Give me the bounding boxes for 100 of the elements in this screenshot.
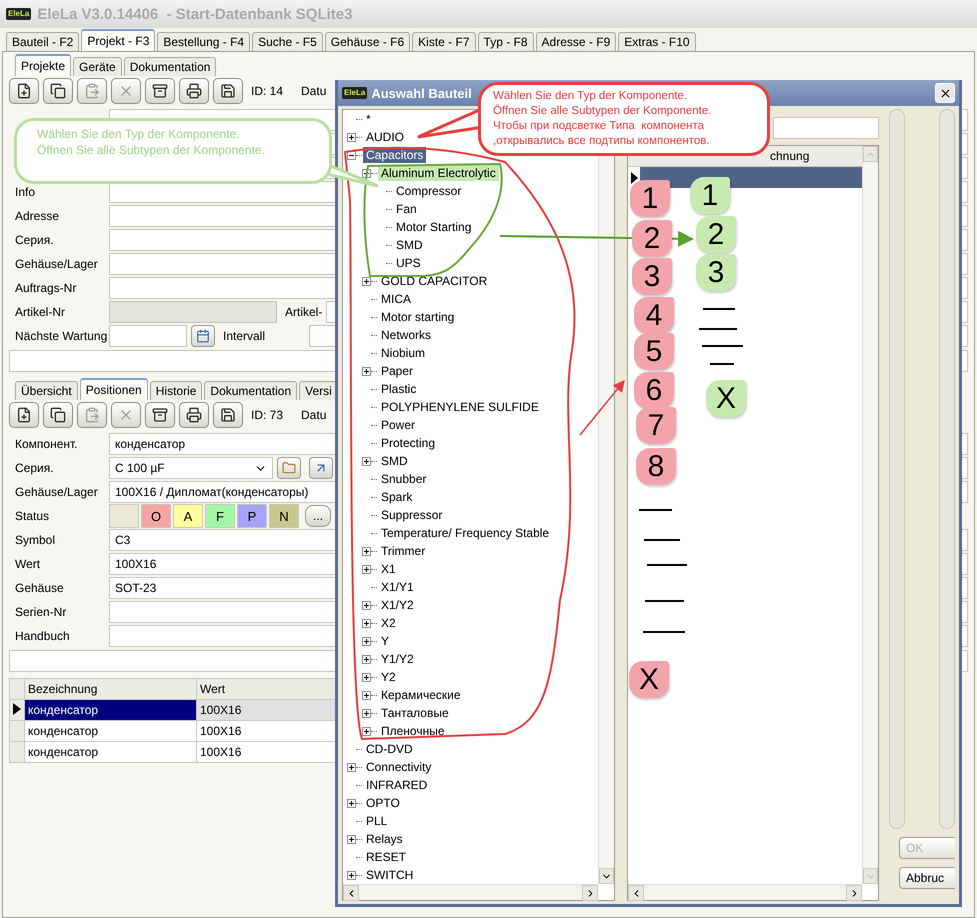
tree-item[interactable]: Plastic <box>378 381 420 397</box>
tree-item[interactable]: Compressor <box>393 183 464 199</box>
tree-item[interactable]: Spark <box>378 489 416 505</box>
scrollbar[interactable] <box>343 884 598 900</box>
scrollbar[interactable] <box>862 146 878 884</box>
tree-item[interactable]: X1/Y1 <box>378 579 417 595</box>
tree-item[interactable]: Танталовые <box>378 705 452 721</box>
tree-item[interactable]: Snubber <box>378 471 430 487</box>
expand-toggle[interactable] <box>362 690 371 700</box>
toolbar-button[interactable] <box>213 78 243 104</box>
tab[interactable]: Typ - F8 <box>478 32 534 51</box>
tree-item[interactable]: X1 <box>378 561 399 577</box>
expand-toggle[interactable] <box>362 618 371 628</box>
toolbar-button[interactable] <box>145 78 175 104</box>
close-button[interactable] <box>935 83 955 103</box>
column-header[interactable]: Bezeichnung <box>24 678 196 700</box>
tab[interactable]: Dokumentation <box>124 57 216 76</box>
splitter-handle[interactable] <box>939 109 955 829</box>
tab[interactable]: Historie <box>150 381 202 400</box>
tree-item[interactable]: Motor Starting <box>393 219 474 235</box>
link-button[interactable] <box>309 457 333 479</box>
expand-toggle[interactable] <box>362 726 371 736</box>
tab[interactable]: Extras - F10 <box>618 32 696 51</box>
toolbar-button[interactable] <box>43 78 73 104</box>
splitter-handle[interactable] <box>889 109 905 829</box>
tree-item[interactable]: POLYPHENYLENE SULFIDE <box>378 399 542 415</box>
tab[interactable]: Adresse - F9 <box>536 32 616 51</box>
tree-item[interactable]: AUDIO <box>363 129 408 145</box>
scrollbar[interactable] <box>628 884 862 900</box>
expand-toggle[interactable] <box>362 366 371 376</box>
tree-item[interactable]: Пленочные <box>378 723 448 739</box>
tree-item[interactable]: SMD <box>378 453 411 469</box>
expand-toggle[interactable] <box>362 546 371 556</box>
tree-item[interactable]: Networks <box>378 327 434 343</box>
folder-button[interactable] <box>277 457 301 479</box>
tree-item[interactable]: SMD <box>393 237 426 253</box>
tree-item[interactable]: GOLD CAPACITOR <box>378 273 490 289</box>
date-field[interactable] <box>109 325 187 347</box>
toolbar-button[interactable] <box>9 78 39 104</box>
status-button[interactable]: O <box>141 504 171 528</box>
toolbar-button[interactable] <box>179 78 209 104</box>
tab[interactable]: Übersicht <box>15 381 78 400</box>
expand-toggle[interactable] <box>362 708 371 718</box>
dialog-button[interactable]: Abbruc <box>899 867 955 889</box>
tree-item[interactable]: MICA <box>378 291 414 307</box>
tree-item[interactable]: INFRARED <box>363 777 430 793</box>
tree-item[interactable]: Suppressor <box>378 507 446 523</box>
expand-toggle[interactable] <box>362 654 371 664</box>
tab[interactable]: Positionen <box>80 378 148 400</box>
tree-item[interactable]: OPTO <box>363 795 403 811</box>
expand-toggle[interactable] <box>347 762 356 772</box>
tree-item[interactable]: Aluminum Electrolytic <box>378 165 499 181</box>
tree-item[interactable]: Y1/Y2 <box>378 651 417 667</box>
tree-item[interactable]: Trimmer <box>378 543 428 559</box>
tree-item[interactable]: RESET <box>363 849 410 865</box>
tree-item[interactable]: X2 <box>378 615 399 631</box>
tree-item[interactable]: * <box>363 111 374 127</box>
select-field[interactable]: C 100 µF <box>109 457 273 479</box>
expand-toggle[interactable] <box>362 600 371 610</box>
tab[interactable]: Projekt - F3 <box>81 29 156 51</box>
tree-item[interactable]: Y <box>378 633 392 649</box>
tree-item[interactable]: UPS <box>393 255 424 271</box>
status-button[interactable]: F <box>205 504 235 528</box>
tree-item[interactable]: SWITCH <box>363 867 416 883</box>
tab[interactable]: Versi <box>299 381 338 400</box>
toolbar-button[interactable] <box>9 402 39 428</box>
status-button[interactable]: N <box>269 504 299 528</box>
tree-item[interactable]: X1/Y2 <box>378 597 417 613</box>
expand-toggle[interactable] <box>362 636 371 646</box>
tree-item[interactable]: Fan <box>393 201 420 217</box>
expand-toggle[interactable] <box>362 456 371 466</box>
expand-toggle[interactable] <box>347 798 356 808</box>
expand-toggle[interactable] <box>362 672 371 682</box>
tree-item[interactable]: CD-DVD <box>363 741 416 757</box>
tree-item[interactable]: PLL <box>363 813 390 829</box>
tree-item[interactable]: Protecting <box>378 435 438 451</box>
status-button[interactable]: P <box>237 504 267 528</box>
expand-toggle[interactable] <box>362 276 371 286</box>
tab[interactable]: Bestellung - F4 <box>157 32 250 51</box>
tree-item[interactable]: Paper <box>378 363 416 379</box>
tree-item[interactable]: Relays <box>363 831 406 847</box>
search-field[interactable] <box>773 117 879 139</box>
toolbar-button[interactable] <box>179 402 209 428</box>
tab[interactable]: Gehäuse - F6 <box>324 32 410 51</box>
tree-item[interactable]: Motor starting <box>378 309 458 325</box>
tab[interactable]: Kiste - F7 <box>412 32 476 51</box>
expand-toggle[interactable] <box>362 564 371 574</box>
tree-item[interactable]: Niobium <box>378 345 428 361</box>
expand-toggle[interactable] <box>347 834 356 844</box>
expand-toggle[interactable] <box>347 870 356 880</box>
tree-item[interactable]: Temperature/ Frequency Stable <box>378 525 552 541</box>
expand-toggle[interactable] <box>347 132 356 142</box>
calendar-button[interactable] <box>191 325 215 347</box>
tab[interactable]: Projekte <box>15 54 72 76</box>
more-button[interactable]: ... <box>305 505 331 527</box>
toolbar-button[interactable] <box>145 402 175 428</box>
tree-item[interactable]: Power <box>378 417 418 433</box>
toolbar-button[interactable] <box>43 402 73 428</box>
toolbar-button[interactable] <box>213 402 243 428</box>
tab[interactable]: Suche - F5 <box>252 32 323 51</box>
